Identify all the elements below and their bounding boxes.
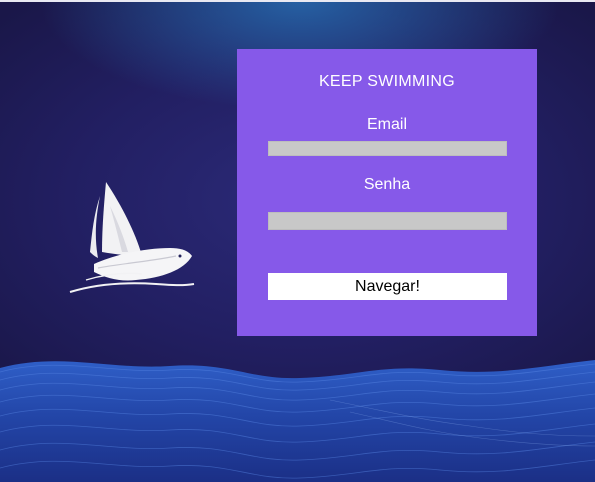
panel-title: KEEP SWIMMING — [318, 73, 456, 90]
email-label: Email — [366, 116, 407, 133]
navegar-button[interactable]: Navegar! — [268, 273, 507, 300]
top-border — [0, 0, 595, 2]
password-label: Senha — [363, 176, 411, 193]
password-input[interactable] — [268, 212, 507, 230]
sailboat-icon — [69, 182, 195, 293]
page-background: KEEP SWIMMING Email Senha Navegar! — [0, 0, 595, 482]
email-input[interactable] — [268, 141, 507, 156]
ocean-waves-background — [0, 360, 595, 482]
login-panel: KEEP SWIMMING Email Senha Navegar! — [237, 49, 537, 336]
